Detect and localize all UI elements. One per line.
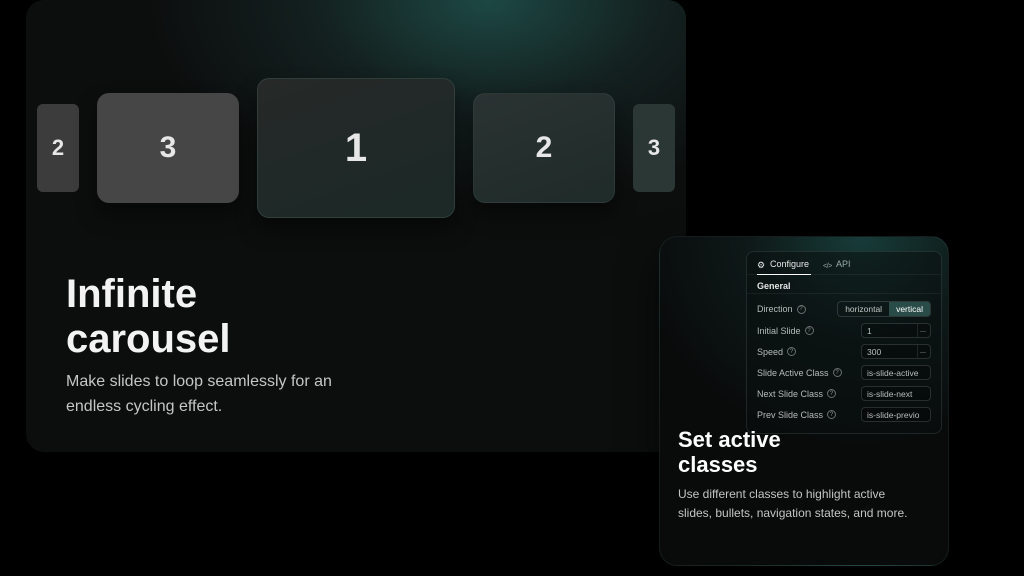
card-subtitle: Use different classes to highlight activ…	[678, 485, 908, 522]
active-classes-card: Configure API General Direction? horizon…	[659, 236, 949, 566]
tab-configure[interactable]: Configure	[757, 259, 809, 269]
config-panel: Configure API General Direction? horizon…	[746, 251, 942, 434]
help-icon[interactable]: ?	[805, 326, 814, 335]
carousel-slide[interactable]: 2	[37, 104, 79, 192]
prev-class-input[interactable]: is-slide-previo	[861, 407, 931, 422]
carousel-slides: 2 3 1 2 3	[26, 78, 686, 218]
direction-segmented[interactable]: horizontal vertical	[837, 301, 931, 317]
help-icon[interactable]: ?	[833, 368, 842, 377]
row-label: Prev Slide Class	[757, 410, 823, 420]
initial-slide-input[interactable]: 1	[861, 323, 931, 338]
active-class-input[interactable]: is-slide-active	[861, 365, 931, 380]
row-label: Speed	[757, 347, 783, 357]
tab-label: Configure	[770, 259, 809, 269]
carousel-slide-active[interactable]: 1	[257, 78, 455, 218]
card-title: Infinite carousel	[66, 272, 231, 362]
card-title: Set active classes	[678, 427, 781, 478]
next-class-input[interactable]: is-slide-next	[861, 386, 931, 401]
row-label: Initial Slide	[757, 326, 801, 336]
infinite-carousel-card: 2 3 1 2 3 Infinite carousel Make slides …	[26, 0, 686, 452]
row-label: Slide Active Class	[757, 368, 829, 378]
carousel-slide[interactable]: 3	[97, 93, 239, 203]
gear-icon	[757, 260, 766, 269]
help-icon[interactable]: ?	[827, 389, 836, 398]
carousel-slide[interactable]: 2	[473, 93, 615, 203]
help-icon[interactable]: ?	[827, 410, 836, 419]
code-icon	[823, 260, 832, 269]
help-icon[interactable]: ?	[787, 347, 796, 356]
seg-option-vertical[interactable]: vertical	[889, 302, 930, 316]
card-subtitle: Make slides to loop seamlessly for an en…	[66, 370, 366, 420]
carousel-slide[interactable]: 3	[633, 104, 675, 192]
help-icon[interactable]: ?	[797, 305, 806, 314]
row-label: Direction	[757, 304, 793, 314]
tab-api[interactable]: API	[823, 259, 851, 269]
speed-input[interactable]: 300	[861, 344, 931, 359]
tab-label: API	[836, 259, 851, 269]
row-label: Next Slide Class	[757, 389, 823, 399]
panel-section-header: General	[747, 274, 941, 294]
seg-option-horizontal[interactable]: horizontal	[838, 302, 889, 316]
